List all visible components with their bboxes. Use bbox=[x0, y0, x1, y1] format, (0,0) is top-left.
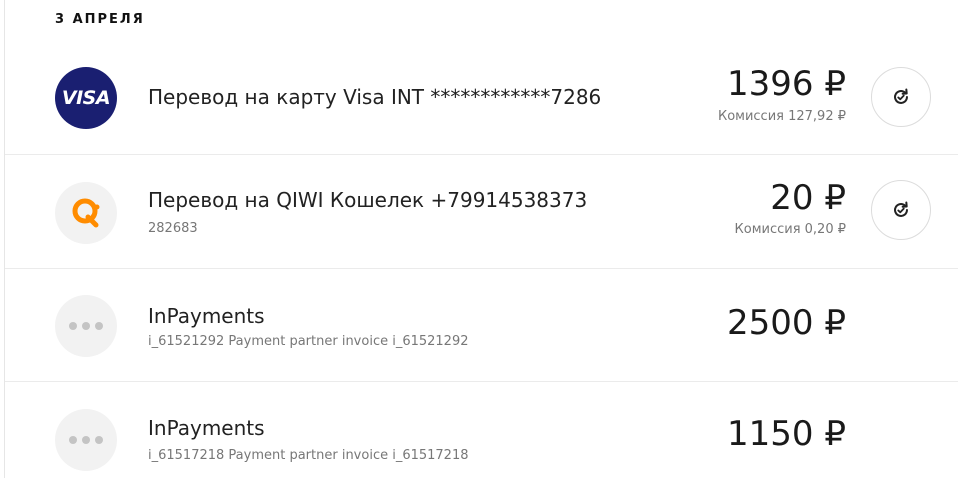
qiwi-mark bbox=[72, 198, 100, 228]
visa-logo-icon: VISA bbox=[55, 67, 117, 129]
transaction-title: Перевод на карту Visa INT ************72… bbox=[148, 85, 602, 109]
transaction-subtitle: i_61521292 Payment partner invoice i_615… bbox=[148, 334, 469, 349]
transaction-commission: Комиссия 0,20 ₽ bbox=[734, 222, 846, 237]
transaction-row-visa[interactable]: VISA Перевод на карту Visa INT *********… bbox=[5, 42, 958, 155]
repeat-payment-button[interactable] bbox=[871, 67, 931, 127]
transaction-amount: 20 ₽ bbox=[770, 178, 846, 218]
transaction-amount: 2500 ₽ bbox=[727, 303, 846, 343]
visa-logo-text: VISA bbox=[61, 87, 111, 109]
transaction-amount: 1396 ₽ bbox=[727, 64, 846, 104]
transaction-commission: Комиссия 127,92 ₽ bbox=[717, 109, 846, 124]
transaction-subtitle: i_61517218 Payment partner invoice i_615… bbox=[148, 448, 469, 463]
transaction-title: InPayments bbox=[148, 416, 265, 440]
repeat-icon bbox=[894, 88, 908, 104]
repeat-payment-button[interactable] bbox=[871, 180, 931, 240]
transaction-subtitle: 282683 bbox=[148, 221, 198, 236]
date-group-header: 3 АПРЕЛЯ bbox=[55, 12, 145, 27]
more-dots-icon bbox=[55, 295, 117, 357]
transaction-row-inpayments[interactable]: InPayments i_61517218 Payment partner in… bbox=[5, 382, 958, 478]
operations-list: 3 АПРЕЛЯ VISA Перевод на карту Visa INT … bbox=[0, 0, 958, 478]
transaction-title: Перевод на QIWI Кошелек +79914538373 bbox=[148, 188, 588, 212]
transaction-title: InPayments bbox=[148, 304, 265, 328]
transaction-row-qiwi[interactable]: Перевод на QIWI Кошелек +79914538373 282… bbox=[5, 155, 958, 269]
repeat-icon bbox=[894, 201, 908, 217]
transaction-amount: 1150 ₽ bbox=[727, 414, 846, 454]
more-dots-icon bbox=[55, 409, 117, 471]
qiwi-logo-icon bbox=[55, 182, 117, 244]
transaction-row-inpayments[interactable]: InPayments i_61521292 Payment partner in… bbox=[5, 269, 958, 382]
